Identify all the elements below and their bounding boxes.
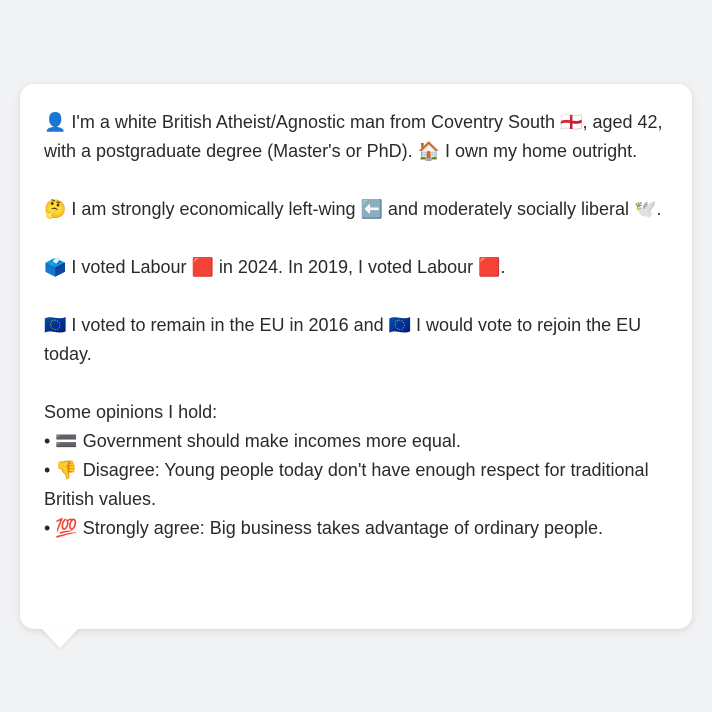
opinions-heading: Some opinions I hold:: [44, 402, 218, 422]
ideology-paragraph: 🤔 I am strongly economically left-wing ⬅…: [44, 199, 662, 219]
opinion-item: • 👎 Disagree: Young people today don't h…: [44, 460, 649, 509]
message-bubble: 👤 I'm a white British Atheist/Agnostic m…: [20, 84, 692, 629]
voting-paragraph: 🗳️ I voted Labour 🟥 in 2024. In 2019, I …: [44, 257, 506, 277]
eu-paragraph: 🇪🇺 I voted to remain in the EU in 2016 a…: [44, 315, 642, 364]
bubble-tail: [40, 627, 80, 648]
opinion-item: • 🟰 Government should make incomes more …: [44, 431, 461, 451]
opinion-item: • 💯 Strongly agree: Big business takes a…: [44, 518, 604, 538]
identity-paragraph: 👤 I'm a white British Atheist/Agnostic m…: [44, 112, 663, 161]
